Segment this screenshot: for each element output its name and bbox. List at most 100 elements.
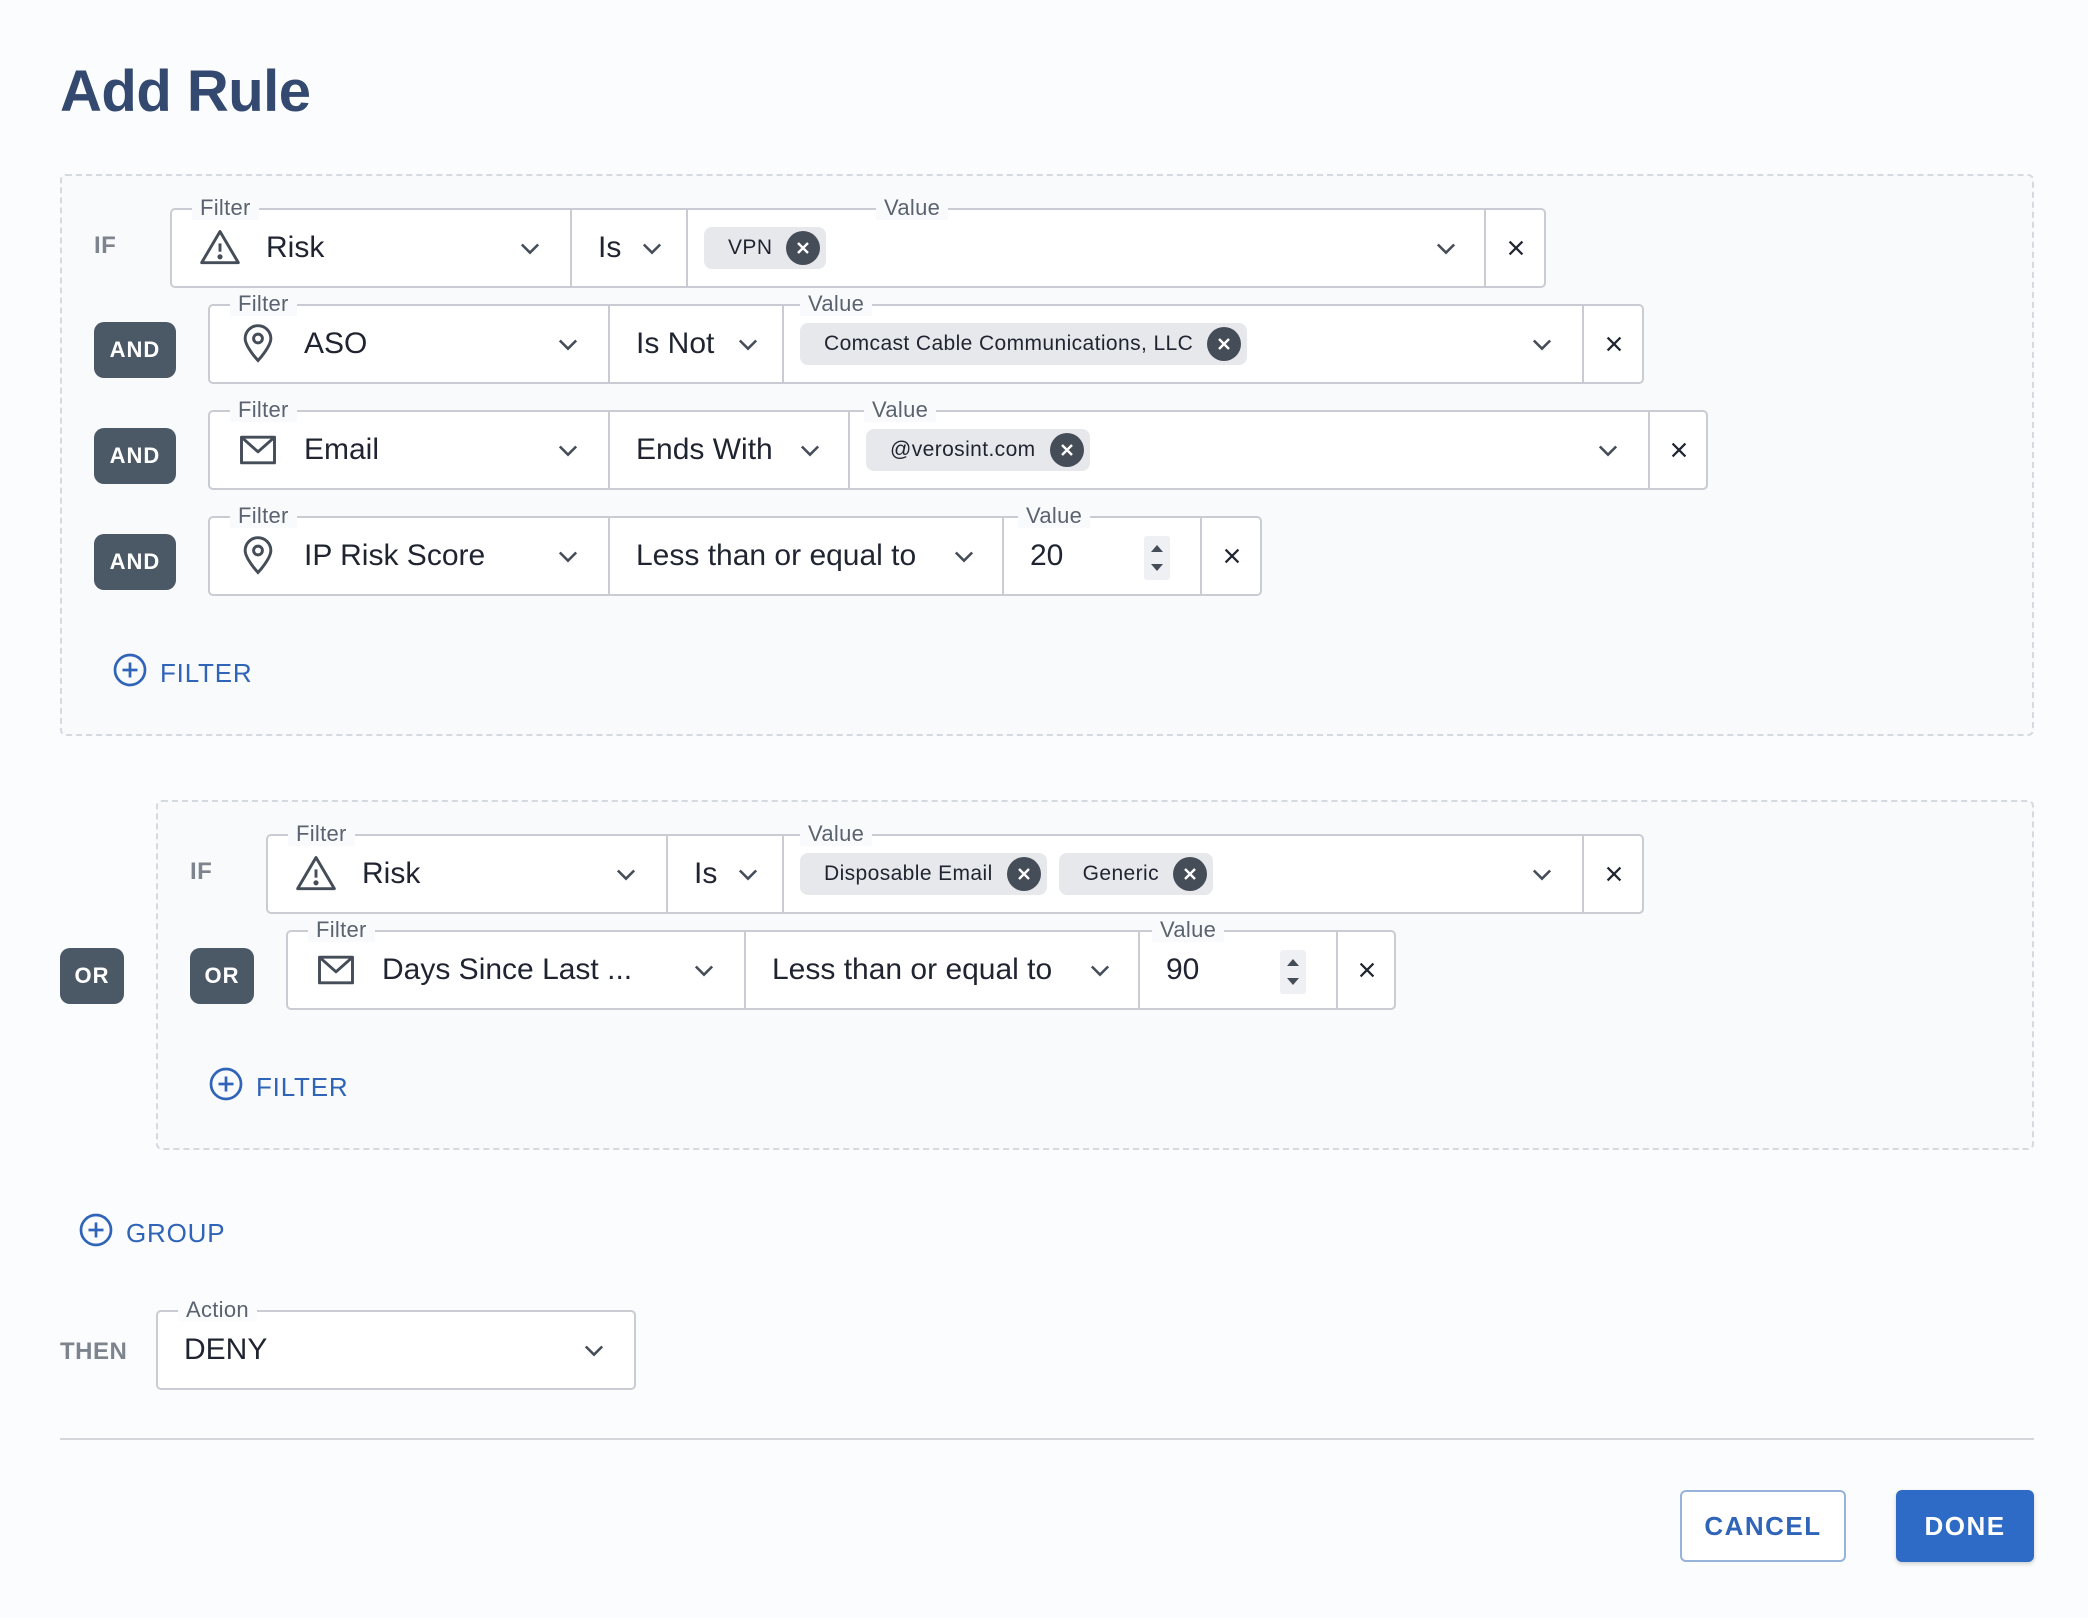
filter-select[interactable]: Risk bbox=[172, 210, 572, 286]
add-circle-icon bbox=[208, 1066, 256, 1109]
stepper-icon[interactable] bbox=[1280, 950, 1306, 994]
operator-select[interactable]: Is bbox=[570, 210, 686, 286]
footer-divider bbox=[60, 1438, 2034, 1440]
filter-value: IP Risk Score bbox=[304, 539, 486, 572]
number-value: 20 bbox=[1030, 539, 1064, 572]
remove-condition-button[interactable] bbox=[1484, 210, 1546, 286]
operator-value: Is bbox=[598, 231, 622, 264]
done-button[interactable]: DONE bbox=[1896, 1490, 2034, 1562]
map-pin-icon bbox=[236, 534, 304, 578]
chevron-down-icon bbox=[554, 436, 582, 464]
remove-condition-button[interactable] bbox=[1648, 412, 1708, 488]
number-input[interactable]: 20 bbox=[1002, 518, 1200, 594]
action-value-wrap: DENY bbox=[158, 1312, 634, 1388]
chevron-down-icon bbox=[1594, 436, 1622, 464]
envelope-icon bbox=[314, 948, 382, 992]
operator-select[interactable]: Ends With bbox=[608, 412, 848, 488]
operator-value: Less than or equal to bbox=[636, 539, 917, 572]
operator-select[interactable]: Less than or equal to bbox=[744, 932, 1138, 1008]
close-icon bbox=[1221, 545, 1243, 567]
operator-select[interactable]: Is Not bbox=[608, 306, 782, 382]
if-label: IF bbox=[190, 858, 213, 885]
add-group-button[interactable]: GROUP bbox=[78, 1212, 225, 1255]
filter-value: Risk bbox=[362, 857, 421, 890]
value-select[interactable]: VPN bbox=[686, 210, 1486, 286]
chevron-down-icon bbox=[1528, 330, 1556, 358]
operator-select[interactable]: Less than or equal to bbox=[608, 518, 1002, 594]
chevron-down-icon bbox=[734, 860, 762, 888]
operator-value: Less than or equal to bbox=[772, 953, 1053, 986]
add-filter-button[interactable]: FILTER bbox=[208, 1066, 348, 1109]
add-filter-button[interactable]: FILTER bbox=[112, 652, 252, 695]
filter-select[interactable]: ASO bbox=[210, 306, 608, 382]
remove-condition-button[interactable] bbox=[1582, 306, 1644, 382]
then-label: THEN bbox=[60, 1338, 128, 1365]
operator-select[interactable]: Is bbox=[666, 836, 782, 912]
chevron-down-icon bbox=[690, 956, 718, 984]
condition-row: Filter Value Days Since Last ... Less th… bbox=[286, 918, 1396, 1010]
or-group-connector[interactable]: OR bbox=[60, 948, 124, 1004]
filter-select[interactable]: Risk bbox=[268, 836, 666, 912]
filter-value: Email bbox=[304, 433, 380, 466]
chevron-down-icon bbox=[580, 1336, 608, 1364]
and-connector[interactable]: AND bbox=[94, 534, 176, 590]
value-chip: Disposable Email bbox=[800, 853, 1047, 895]
filter-value: Days Since Last ... bbox=[382, 953, 633, 986]
close-icon bbox=[1603, 333, 1625, 355]
chevron-down-icon bbox=[638, 234, 666, 262]
chevron-down-icon bbox=[554, 330, 582, 358]
chevron-down-icon bbox=[612, 860, 640, 888]
value-select[interactable]: Disposable Email Generic bbox=[782, 836, 1582, 912]
value-chip: @verosint.com bbox=[866, 429, 1090, 471]
dialog-title: Add Rule bbox=[60, 59, 311, 124]
filter-value: Risk bbox=[266, 231, 325, 264]
operator-value: Is Not bbox=[636, 327, 715, 360]
filter-select[interactable]: Email bbox=[210, 412, 608, 488]
condition-row: Filter Value ASO Is Not Comcast Cable Co… bbox=[208, 292, 1644, 384]
chevron-down-icon bbox=[1528, 860, 1556, 888]
and-connector[interactable]: AND bbox=[94, 322, 176, 378]
chevron-down-icon bbox=[554, 542, 582, 570]
action-value: DENY bbox=[184, 1333, 268, 1366]
value-select[interactable]: Comcast Cable Communications, LLC bbox=[782, 306, 1582, 382]
add-circle-icon bbox=[78, 1212, 126, 1255]
remove-chip-icon[interactable] bbox=[1049, 433, 1084, 467]
value-chip: Comcast Cable Communications, LLC bbox=[800, 323, 1248, 365]
stepper-icon[interactable] bbox=[1144, 536, 1170, 580]
envelope-icon bbox=[236, 428, 304, 472]
remove-condition-button[interactable] bbox=[1200, 518, 1262, 594]
close-icon bbox=[1603, 863, 1625, 885]
condition-row: Filter Value Risk Is VPN bbox=[170, 196, 1546, 288]
cancel-button[interactable]: CANCEL bbox=[1680, 1490, 1846, 1562]
condition-row: Filter Value Email Ends With @verosint.c… bbox=[208, 398, 1708, 490]
remove-chip-icon[interactable] bbox=[786, 231, 821, 265]
condition-row: Filter Value Risk Is Disposable Email Ge… bbox=[266, 822, 1644, 914]
add-circle-icon bbox=[112, 652, 160, 695]
chevron-down-icon bbox=[796, 436, 824, 464]
or-connector[interactable]: OR bbox=[190, 948, 254, 1004]
operator-value: Is bbox=[694, 857, 718, 890]
close-icon bbox=[1356, 959, 1378, 981]
remove-condition-button[interactable] bbox=[1582, 836, 1644, 912]
and-connector[interactable]: AND bbox=[94, 428, 176, 484]
chevron-down-icon bbox=[1432, 234, 1460, 262]
if-label: IF bbox=[94, 232, 117, 259]
remove-condition-button[interactable] bbox=[1336, 932, 1396, 1008]
remove-chip-icon[interactable] bbox=[1172, 857, 1207, 891]
value-chip: VPN bbox=[704, 227, 827, 269]
condition-row: Filter Value IP Risk Score Less than or … bbox=[208, 504, 1262, 596]
remove-chip-icon[interactable] bbox=[1006, 857, 1041, 891]
warning-triangle-icon bbox=[294, 852, 362, 896]
filter-value: ASO bbox=[304, 327, 368, 360]
chevron-down-icon bbox=[950, 542, 978, 570]
number-value: 90 bbox=[1166, 953, 1200, 986]
value-chip: Generic bbox=[1058, 853, 1213, 895]
remove-chip-icon[interactable] bbox=[1207, 327, 1242, 361]
close-icon bbox=[1668, 439, 1690, 461]
chevron-down-icon bbox=[1086, 956, 1114, 984]
filter-select[interactable]: Days Since Last ... bbox=[288, 932, 744, 1008]
value-select[interactable]: @verosint.com bbox=[848, 412, 1648, 488]
filter-select[interactable]: IP Risk Score bbox=[210, 518, 608, 594]
number-input[interactable]: 90 bbox=[1138, 932, 1336, 1008]
action-select[interactable]: Action DENY bbox=[156, 1298, 636, 1390]
